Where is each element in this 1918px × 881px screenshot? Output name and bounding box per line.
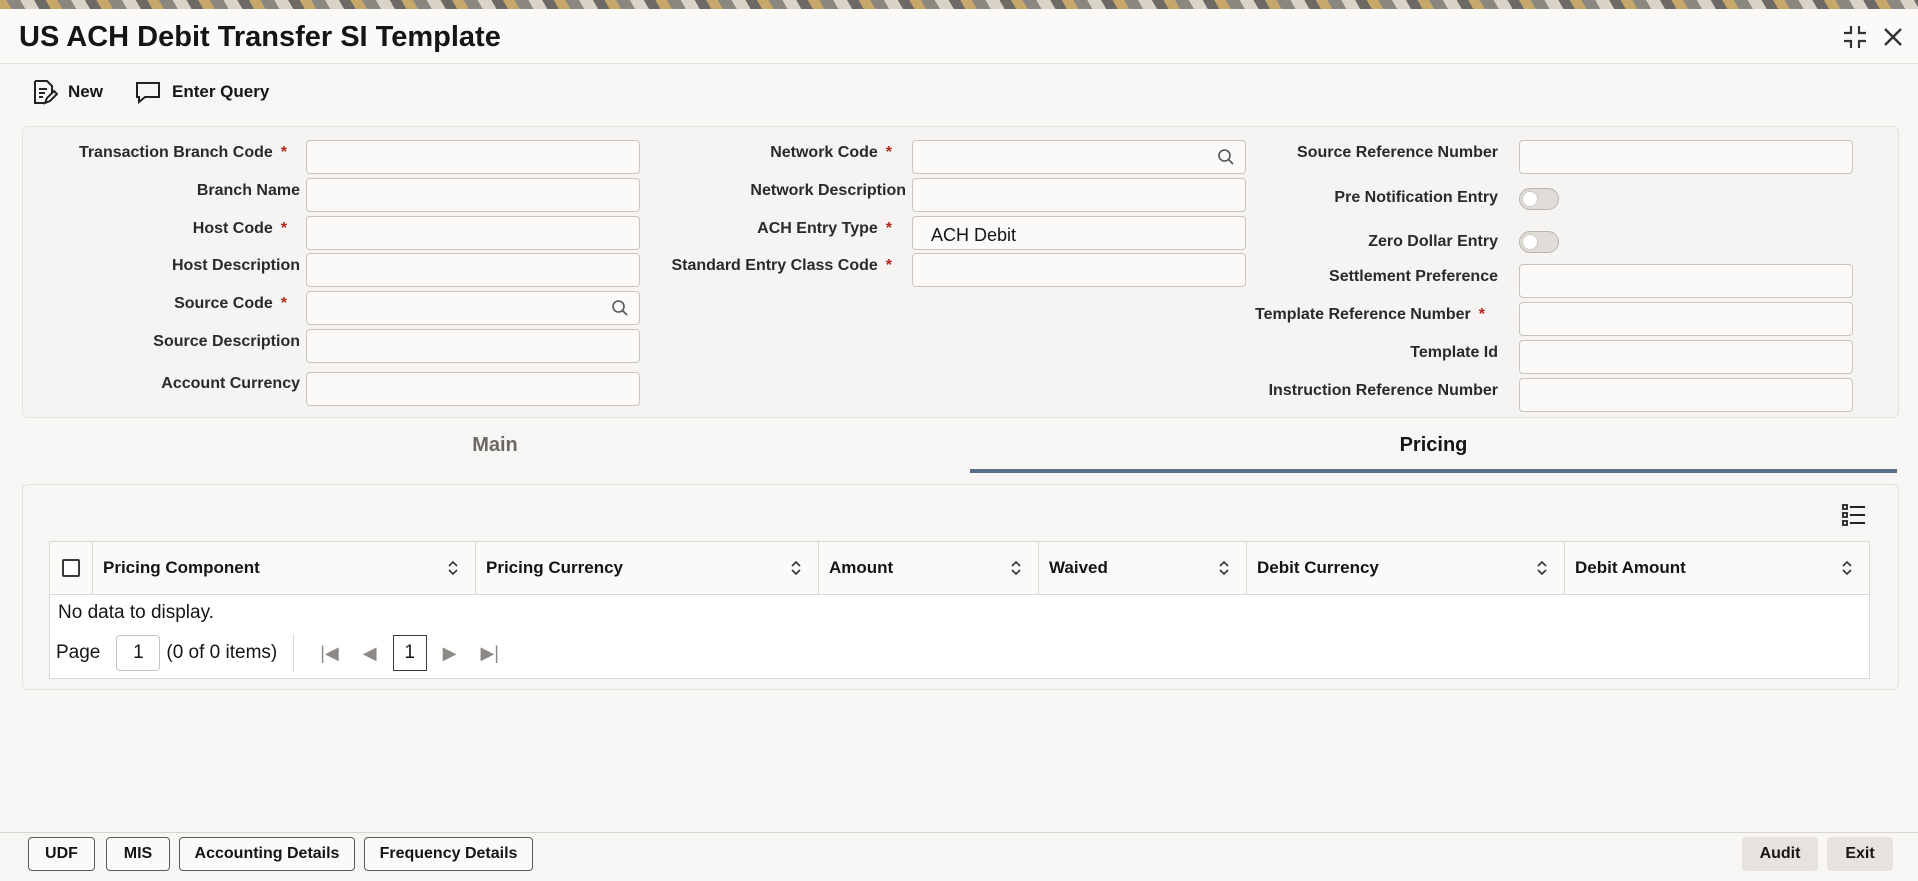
sort-icon[interactable]	[1841, 560, 1853, 576]
enter-query-button[interactable]: Enter Query	[134, 78, 269, 106]
frequency-details-button[interactable]: Frequency Details	[364, 837, 533, 871]
chat-icon	[136, 82, 160, 105]
standard-entry-class-code-label: Standard Entry Class Code *	[671, 257, 892, 274]
new-document-icon	[34, 80, 58, 105]
settlement-preference-label: Settlement Preference	[1329, 268, 1498, 285]
column-header-debit-amount[interactable]: Debit Amount	[1564, 542, 1869, 594]
settlement-preference-input[interactable]	[1519, 264, 1853, 298]
tab-bar: Main Pricing	[22, 420, 1897, 473]
pre-notification-entry-toggle[interactable]	[1519, 188, 1559, 210]
page-label: Page	[56, 642, 101, 663]
search-icon[interactable]	[611, 299, 629, 317]
host-description-label: Host Description	[171, 257, 300, 274]
branch-name-input[interactable]	[306, 178, 640, 212]
column-header-debit-currency[interactable]: Debit Currency	[1246, 542, 1564, 594]
network-description-input[interactable]	[912, 178, 1246, 212]
enter-query-label: Enter Query	[172, 82, 270, 101]
table-header: Pricing Component Pricing Currency Amoun…	[50, 542, 1869, 595]
accounting-details-button[interactable]: Accounting Details	[179, 837, 355, 871]
network-description-label: Network Description	[750, 182, 906, 199]
ach-entry-type-label: ACH Entry Type *	[757, 220, 892, 237]
column-header-label: Debit Currency	[1257, 558, 1379, 577]
column-header-pricing-component[interactable]: Pricing Component	[92, 542, 475, 594]
standard-entry-class-code-input[interactable]	[912, 253, 1246, 287]
branch-name-label: Branch Name	[196, 182, 300, 199]
next-page-icon[interactable]: ▶	[443, 643, 457, 664]
transaction-branch-code-label: Transaction Branch Code *	[78, 144, 287, 161]
new-button-label: New	[68, 82, 103, 101]
zero-dollar-entry-label: Zero Dollar Entry	[1368, 233, 1498, 250]
column-header-waived[interactable]: Waived	[1038, 542, 1246, 594]
title-bar: US ACH Debit Transfer SI Template	[0, 9, 1918, 64]
source-code-input[interactable]	[306, 291, 640, 325]
tab-main[interactable]: Main	[22, 434, 968, 457]
template-id-input[interactable]	[1519, 340, 1853, 374]
close-icon[interactable]	[1882, 26, 1904, 52]
host-code-label: Host Code *	[192, 220, 287, 237]
sort-icon[interactable]	[447, 560, 459, 576]
column-header-label: Pricing Currency	[486, 558, 623, 577]
audit-button[interactable]: Audit	[1742, 837, 1818, 871]
ach-entry-type-input[interactable]: ACH Debit	[912, 216, 1246, 250]
first-page-icon[interactable]: |◀	[320, 643, 339, 664]
column-header-pricing-currency[interactable]: Pricing Currency	[475, 542, 818, 594]
source-code-label: Source Code *	[174, 295, 287, 312]
page-number-input[interactable]: 1	[116, 635, 161, 671]
account-currency-input[interactable]	[306, 372, 640, 406]
source-reference-number-label: Source Reference Number	[1297, 144, 1498, 161]
template-reference-number-input[interactable]	[1519, 302, 1853, 336]
last-page-icon[interactable]: ▶|	[480, 643, 499, 664]
instruction-reference-number-input[interactable]	[1519, 378, 1853, 412]
toolbar: New Enter Query	[0, 64, 1918, 119]
pre-notification-entry-label: Pre Notification Entry	[1334, 189, 1498, 206]
page-title: US ACH Debit Transfer SI Template	[19, 21, 501, 53]
column-header-label: Pricing Component	[103, 558, 260, 577]
select-all-checkbox[interactable]	[62, 559, 80, 577]
account-currency-label: Account Currency	[161, 375, 300, 392]
sort-icon[interactable]	[1218, 560, 1230, 576]
column-header-label: Waived	[1049, 558, 1108, 577]
sort-icon[interactable]	[790, 560, 802, 576]
zero-dollar-entry-toggle[interactable]	[1519, 231, 1559, 253]
source-reference-number-input[interactable]	[1519, 140, 1853, 174]
sort-icon[interactable]	[1536, 560, 1548, 576]
template-id-label: Template Id	[1410, 344, 1498, 361]
search-icon[interactable]	[1217, 148, 1235, 166]
pager-divider	[293, 634, 295, 672]
mis-button[interactable]: MIS	[106, 837, 170, 871]
column-settings-icon[interactable]	[1840, 501, 1868, 529]
previous-page-icon[interactable]: ◀	[363, 643, 377, 664]
host-description-input[interactable]	[306, 253, 640, 287]
footer-bar: UDF MIS Accounting Details Frequency Det…	[0, 832, 1918, 881]
new-button[interactable]: New	[30, 78, 103, 106]
pricing-table: Pricing Component Pricing Currency Amoun…	[49, 541, 1870, 679]
template-reference-number-label: Template Reference Number *	[1254, 306, 1485, 323]
current-page-button[interactable]: 1	[392, 635, 427, 671]
exit-button[interactable]: Exit	[1827, 837, 1893, 871]
instruction-reference-number-label: Instruction Reference Number	[1268, 382, 1498, 399]
sort-icon[interactable]	[1010, 560, 1022, 576]
header-form-panel: Transaction Branch Code * Branch Name Hos…	[22, 126, 1899, 418]
column-header-label: Amount	[829, 558, 894, 577]
empty-table-message: No data to display.	[58, 602, 214, 623]
tab-pricing[interactable]: Pricing	[970, 434, 1897, 457]
source-description-input[interactable]	[306, 329, 640, 363]
items-count: (0 of 0 items)	[166, 642, 278, 663]
restore-icon[interactable]	[1842, 24, 1868, 54]
host-code-input[interactable]	[306, 216, 640, 250]
transaction-branch-code-input[interactable]	[306, 140, 640, 174]
udf-button[interactable]: UDF	[28, 837, 95, 871]
column-header-label: Debit Amount	[1575, 558, 1686, 577]
source-description-label: Source Description	[153, 333, 300, 350]
pagination: Page 1 (0 of 0 items) |◀ ◀ 1 ▶ ▶|	[56, 634, 511, 672]
network-code-label: Network Code *	[770, 144, 892, 161]
pricing-panel: Pricing Component Pricing Currency Amoun…	[22, 484, 1899, 690]
active-tab-indicator	[970, 469, 1897, 473]
column-header-amount[interactable]: Amount	[818, 542, 1038, 594]
network-code-input[interactable]	[912, 140, 1246, 174]
header-banner	[0, 0, 1918, 9]
